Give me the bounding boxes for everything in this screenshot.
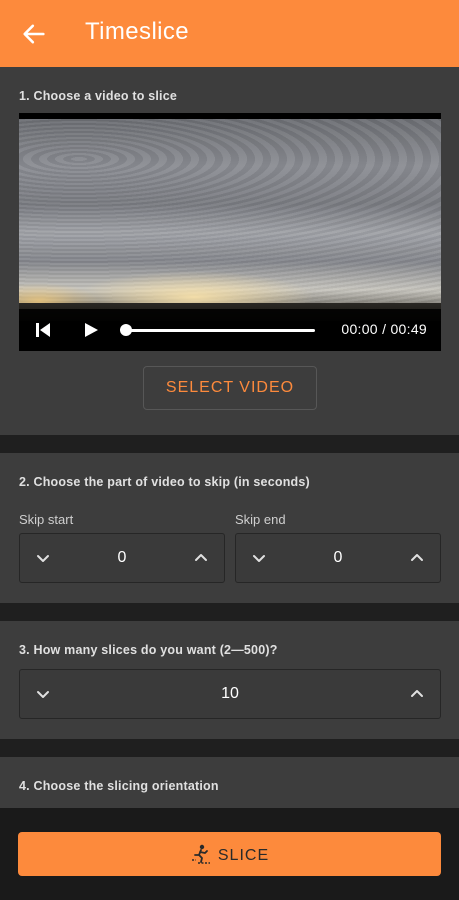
skip-end-stepper: 0 [235,533,441,583]
select-video-button[interactable]: SELECT VIDEO [143,366,317,410]
skip-start-stepper: 0 [19,533,225,583]
chevron-up-icon[interactable] [409,686,425,702]
app-bar: Timeslice [0,0,459,67]
chevron-up-icon[interactable] [409,550,425,566]
arrow-left-icon[interactable] [20,20,48,48]
slice-button[interactable]: SLICE [18,832,441,876]
slice-person-icon [191,844,210,864]
step3-label: 3. How many slices do you want (2—500)? [19,643,278,657]
time-readout: 00:00 / 00:49 [341,321,427,337]
seek-thumb[interactable] [120,324,132,336]
video-controls: 00:00 / 00:49 [19,309,441,351]
video-frame [19,119,441,309]
slice-count-value[interactable]: 10 [20,685,440,703]
skip-end-label: Skip end [235,512,286,527]
slice-count-stepper: 10 [19,669,441,719]
video-player[interactable]: 00:00 / 00:49 [19,113,441,351]
skip-back-icon[interactable] [35,322,51,338]
step4-label: 4. Choose the slicing orientation [19,779,219,793]
skip-start-label: Skip start [19,512,74,527]
slice-button-label: SLICE [217,847,270,864]
page-title: Timeslice [85,18,190,45]
step2-label: 2. Choose the part of video to skip (in … [19,475,310,489]
seek-bar[interactable] [125,329,315,332]
play-icon[interactable] [83,322,99,338]
chevron-up-icon[interactable] [193,550,209,566]
step1-label: 1. Choose a video to slice [19,89,178,103]
